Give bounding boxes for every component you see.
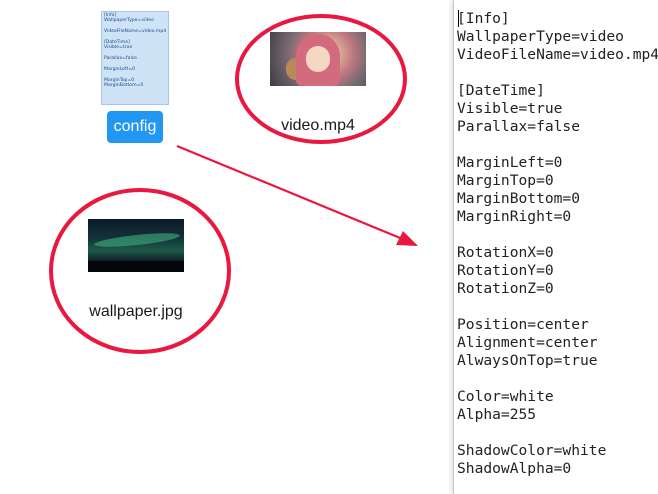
- editor-line[interactable]: Position=center: [457, 316, 589, 334]
- desktop: [Info] WallpaperType=video VideoFileName…: [0, 0, 453, 494]
- wallpaper-highlight-circle: [49, 188, 231, 354]
- annotation-overlay: [49, 14, 418, 354]
- editor-line[interactable]: MarginBottom=0: [457, 190, 580, 208]
- editor-line[interactable]: MarginTop=0: [457, 172, 554, 190]
- editor-line[interactable]: Alpha=255: [457, 406, 536, 424]
- editor-line[interactable]: WallpaperType=video: [457, 28, 624, 46]
- video-highlight-circle: [235, 14, 407, 144]
- editor-line[interactable]: Color=white: [457, 388, 554, 406]
- editor-line[interactable]: ShadowAlpha=0: [457, 460, 571, 478]
- editor-line[interactable]: RotationZ=0: [457, 280, 554, 298]
- editor-line[interactable]: [DateTime]: [457, 82, 545, 100]
- arrow-line: [176, 144, 406, 242]
- editor-line[interactable]: ShadowColor=white: [457, 442, 606, 460]
- editor-line[interactable]: VideoFileName=video.mp4: [457, 46, 658, 64]
- editor-line[interactable]: RotationY=0: [457, 262, 554, 280]
- editor-line[interactable]: AlwaysOnTop=true: [457, 352, 598, 370]
- arrow-head: [396, 231, 418, 246]
- editor-line[interactable]: MarginRight=0: [457, 208, 571, 226]
- editor-line[interactable]: RotationX=0: [457, 244, 554, 262]
- editor-line[interactable]: Alignment=center: [457, 334, 598, 352]
- editor-line[interactable]: Visible=true: [457, 100, 562, 118]
- editor-line[interactable]: [Info]: [457, 10, 510, 28]
- text-editor[interactable]: [Info] WallpaperType=video VideoFileName=v…: [453, 0, 658, 494]
- editor-line[interactable]: MarginLeft=0: [457, 154, 562, 172]
- text-cursor: [458, 10, 459, 27]
- editor-line[interactable]: Parallax=false: [457, 118, 580, 136]
